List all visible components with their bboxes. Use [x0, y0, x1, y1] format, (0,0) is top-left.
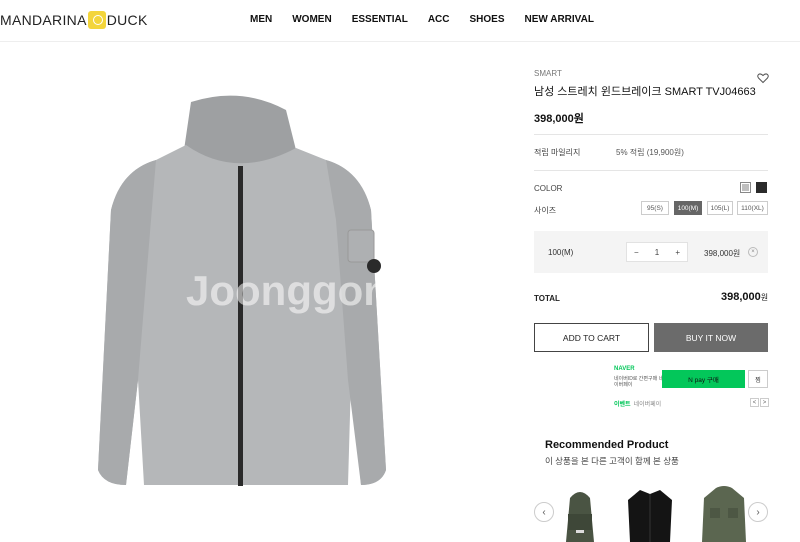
product-title: 남성 스트레치 윈드브레이크 SMART TVJ04663: [534, 86, 756, 98]
recommended-next-button[interactable]: ›: [748, 502, 768, 522]
naver-pay-box: NAVER 네이버ID로 간편구매 네이버페이 N pay 구매 찜 이벤트 네이…: [614, 363, 769, 413]
total-price: 398,000원: [721, 291, 768, 303]
naver-event[interactable]: 이벤트 네이버페이: [614, 399, 661, 408]
buy-now-button[interactable]: BUY IT NOW: [654, 323, 768, 352]
nav-women[interactable]: WOMEN: [292, 14, 331, 25]
product-price: 398,000원: [534, 113, 584, 125]
duck-icon: [87, 11, 106, 29]
points-label: 적립 마일리지: [534, 148, 581, 157]
divider: [534, 170, 768, 171]
recommended-item-jacket[interactable]: [700, 484, 748, 542]
naver-event-arrows: < >: [749, 398, 769, 407]
color-swatch-gray[interactable]: [740, 182, 751, 193]
quantity-stepper: − 1 +: [626, 242, 688, 262]
points-value: 5% 적립 (19,900원): [616, 148, 684, 157]
nav-essential[interactable]: ESSENTIAL: [352, 14, 408, 25]
divider: [534, 134, 768, 135]
size-option-105[interactable]: 105(L): [707, 201, 733, 215]
recommended-item-shirt[interactable]: [626, 484, 674, 542]
heart-icon[interactable]: [757, 72, 769, 84]
naver-event-label: 이벤트: [614, 402, 631, 408]
nav-new-arrival[interactable]: NEW ARRIVAL: [525, 14, 594, 25]
watermark-text: Joonggonara: [186, 267, 396, 314]
naver-event-sub: 네이버페이: [633, 402, 662, 408]
site-header: MANDARINA DUCK MEN WOMEN ESSENTIAL ACC S…: [0, 0, 800, 42]
size-option-100[interactable]: 100(M): [674, 201, 702, 215]
total-amount: 398,000: [721, 291, 761, 303]
naver-description: 네이버ID로 간편구매 네이버페이: [614, 376, 664, 388]
recommended-subtitle: 이 상품을 본 다른 고객이 함께 본 상품: [545, 456, 679, 466]
qty-minus-button[interactable]: −: [634, 248, 639, 257]
nav-acc[interactable]: ACC: [428, 14, 450, 25]
brand-logo[interactable]: MANDARINA DUCK: [0, 10, 148, 30]
product-brand: SMART: [534, 69, 562, 78]
recommended-title: Recommended Product: [545, 439, 669, 451]
logo-text-left: MANDARINA: [0, 12, 87, 28]
recommended-item-backpack[interactable]: [556, 484, 604, 542]
selected-option-label: 100(M): [548, 248, 574, 257]
total-unit: 원: [760, 293, 769, 302]
size-label: 사이즈: [534, 206, 557, 215]
naver-pay-button[interactable]: N pay 구매: [662, 370, 745, 388]
remove-option-button[interactable]: ×: [748, 247, 758, 257]
product-image: Joonggonara: [98, 95, 396, 486]
color-label: COLOR: [534, 184, 563, 193]
total-label: TOTAL: [534, 294, 560, 303]
naver-next-button[interactable]: >: [760, 398, 769, 407]
nav-men[interactable]: MEN: [250, 14, 272, 25]
selected-option-box: 100(M) − 1 + 398,000원 ×: [534, 231, 768, 273]
qty-plus-button[interactable]: +: [675, 248, 680, 257]
swatch-fill-gray: [742, 184, 749, 191]
nav-shoes[interactable]: SHOES: [469, 14, 504, 25]
qty-value[interactable]: 1: [655, 248, 659, 257]
recommended-prev-button[interactable]: ‹: [534, 502, 554, 522]
naver-logo: NAVER: [614, 366, 635, 372]
color-swatch-black[interactable]: [756, 182, 767, 193]
option-price: 398,000원: [704, 249, 741, 258]
naver-zzim-button[interactable]: 찜: [748, 370, 768, 388]
logo-text-right: DUCK: [106, 12, 148, 28]
main-nav: MEN WOMEN ESSENTIAL ACC SHOES NEW ARRIVA…: [250, 14, 614, 25]
add-to-cart-button[interactable]: ADD TO CART: [534, 323, 649, 352]
size-option-95[interactable]: 95(S): [641, 201, 669, 215]
size-option-110[interactable]: 110(XL): [737, 201, 768, 215]
naver-prev-button[interactable]: <: [750, 398, 759, 407]
